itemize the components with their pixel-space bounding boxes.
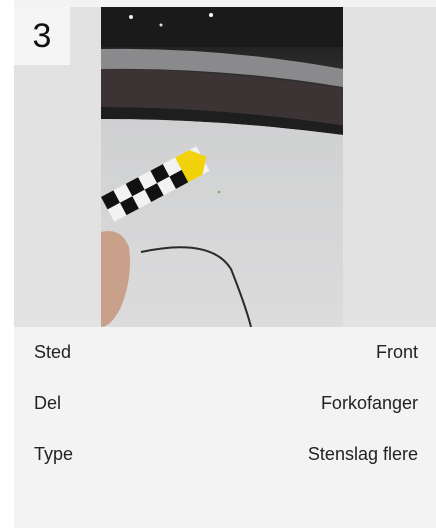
detail-row-type: Type Stenslag flere <box>14 429 436 480</box>
detail-value: Front <box>375 342 418 362</box>
photo-area: 3 <box>14 7 436 327</box>
detail-value: Forkofanger <box>320 393 418 413</box>
damage-card: 3 Sted Front Del Forkofanger Type Stensl… <box>14 0 436 528</box>
detail-label: Type <box>34 444 74 464</box>
detail-row-part: Del Forkofanger <box>14 378 436 429</box>
damage-photo-image <box>101 7 343 327</box>
damage-photo[interactable] <box>101 7 343 327</box>
damage-number-badge: 3 <box>14 7 70 65</box>
detail-label: Del <box>34 393 62 413</box>
detail-row-location: Sted Front <box>14 327 436 378</box>
damage-details: Sted Front Del Forkofanger Type Stenslag… <box>14 327 436 480</box>
detail-label: Sted <box>34 342 72 362</box>
detail-value: Stenslag flere <box>307 444 418 464</box>
